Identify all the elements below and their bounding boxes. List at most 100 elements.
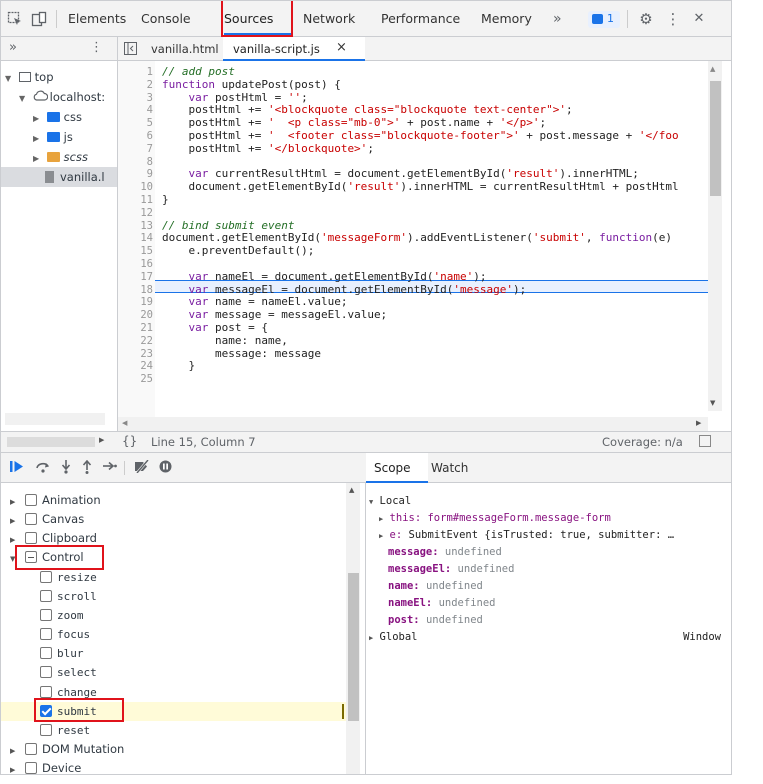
step-out-icon[interactable] [82,459,92,478]
gear-icon[interactable]: ⚙ [638,11,654,27]
line-number[interactable]: 4 [118,104,153,117]
tab-network[interactable]: Network [303,1,355,37]
line-number[interactable]: 22 [118,335,153,348]
breakpoint-checkbox[interactable] [40,685,52,698]
breakpoints-scroll-thumb[interactable] [348,573,359,721]
code-line[interactable]: 24 } [118,360,708,373]
tree-item-top[interactable]: ▼ top [5,67,54,87]
code-line[interactable]: 22 name: name, [118,334,708,348]
tab-scope[interactable]: Scope [366,453,428,483]
file-tab-vanilla-html[interactable]: vanilla.html [151,42,219,56]
breakpoint-event[interactable]: zoom [1,606,346,625]
tree-item-js[interactable]: ▶ js [33,127,73,147]
breakpoint-category[interactable]: ▶ Canvas [1,510,346,529]
line-number[interactable]: 9 [118,168,153,181]
navigator-scroll-thumb[interactable] [7,437,95,447]
breakpoint-category[interactable]: ▶ DOM Mutation [1,740,346,759]
tree-item-localhost[interactable]: ▼ localhost: [19,87,105,107]
scope-global[interactable]: ▶ Global Window [369,629,727,645]
line-number[interactable]: 11 [118,194,153,207]
file-tab-vanilla-script-js[interactable]: vanilla-script.js × [223,37,365,61]
breakpoint-checkbox[interactable] [25,513,37,526]
step-over-icon[interactable] [35,460,51,477]
tab-console[interactable]: Console [141,1,191,37]
line-number[interactable]: 5 [118,117,153,130]
step-icon[interactable] [103,460,117,476]
resume-icon[interactable] [10,460,24,477]
line-number[interactable]: 19 [118,296,153,309]
tab-elements[interactable]: Elements [68,1,126,37]
pretty-print-button[interactable]: {} [122,434,137,448]
line-number[interactable]: 17 [118,271,153,284]
tab-memory[interactable]: Memory [481,1,532,37]
code-line[interactable]: 10 document.getElementById('result').inn… [118,180,708,194]
code-line[interactable]: 23 message: message [118,347,708,361]
deactivate-breakpoints-icon[interactable] [133,459,151,477]
tree-item-scss[interactable]: ▶ scss [33,147,88,167]
breakpoint-checkbox[interactable] [25,762,37,774]
line-number[interactable]: 1 [118,66,153,79]
collapse-arrow-icon[interactable]: ▶ [10,493,25,512]
line-number[interactable]: 16 [118,258,153,271]
inspect-element-icon[interactable] [7,11,23,27]
scope-var[interactable]: post: undefined [388,612,483,628]
code-editor[interactable]: 1// add post 2 function updatePost(post) {… [118,61,731,431]
breakpoint-category[interactable]: ▶ Animation [1,491,346,510]
line-number[interactable]: 24 [118,360,153,373]
issues-badge[interactable]: 1 [588,11,620,28]
code-line[interactable]: 6 postHtml += ' <footer class="blockquot… [118,129,708,143]
line-number[interactable]: 20 [118,309,153,322]
close-tab-icon[interactable]: × [336,40,347,55]
code-line[interactable]: 21 var post = { [118,321,708,335]
code-line[interactable]: 11} [118,193,708,207]
more-panes-button[interactable]: » [9,40,17,55]
collapse-arrow-icon[interactable]: ▶ [10,742,25,761]
line-number[interactable]: 2 [118,79,153,92]
scroll-up-icon[interactable]: ▲ [710,65,715,73]
breakpoint-checkbox[interactable] [40,628,52,641]
breakpoint-checkbox[interactable] [40,723,52,736]
scope-var[interactable]: message: undefined [388,544,502,560]
editor-vscroll-thumb[interactable] [710,81,721,196]
tree-item-vanilla-html[interactable]: vanilla.l [1,167,117,187]
tree-item-css[interactable]: ▶ css [33,107,82,127]
scroll-down-icon[interactable]: ▼ [710,399,715,407]
scope-local[interactable]: ▼ Local [369,493,411,509]
breakpoint-checkbox[interactable] [40,647,52,660]
breakpoint-checkbox[interactable] [40,608,52,621]
toggle-debugger-icon[interactable] [699,435,711,447]
breakpoint-event[interactable]: focus [1,625,346,644]
device-toolbar-icon[interactable] [31,11,47,27]
step-into-icon[interactable] [61,460,71,478]
scope-var[interactable]: messageEl: undefined [388,561,514,577]
scroll-left-icon[interactable]: ◀ [122,419,127,427]
scroll-right-icon[interactable]: ▶ [696,419,701,427]
more-tabs-button[interactable]: » [553,1,562,37]
code-line[interactable]: 15 e.preventDefault(); [118,244,708,258]
line-number[interactable]: 3 [118,92,153,105]
kebab-menu-icon[interactable]: ⋮ [665,11,681,27]
collapse-arrow-icon[interactable]: ▶ [10,512,25,531]
line-number[interactable]: 18 [118,284,153,297]
collapse-arrow-icon[interactable]: ▶ [10,761,25,774]
scroll-up-icon[interactable]: ▲ [349,486,354,494]
line-number[interactable]: 23 [118,348,153,361]
breakpoint-checkbox[interactable] [40,589,52,602]
line-number[interactable]: 21 [118,322,153,335]
line-number[interactable]: 13 [118,220,153,233]
line-number[interactable]: 10 [118,181,153,194]
line-number[interactable]: 15 [118,245,153,258]
breakpoint-checkbox[interactable] [40,666,52,679]
tab-watch[interactable]: Watch [431,461,468,475]
editor-hscrollbar[interactable]: ◀ ▶ [118,417,708,431]
line-number[interactable]: 7 [118,143,153,156]
line-number[interactable]: 14 [118,232,153,245]
navigator-hscrollbar[interactable] [5,413,105,425]
navigator-menu-icon[interactable]: ⋮ [90,40,103,55]
line-number[interactable]: 8 [118,156,153,169]
breakpoint-checkbox[interactable] [40,570,52,583]
breakpoint-event[interactable]: resize [1,568,346,587]
toggle-navigator-icon[interactable] [124,42,137,58]
line-number[interactable]: 6 [118,130,153,143]
scroll-right-icon[interactable]: ▶ [99,436,104,444]
